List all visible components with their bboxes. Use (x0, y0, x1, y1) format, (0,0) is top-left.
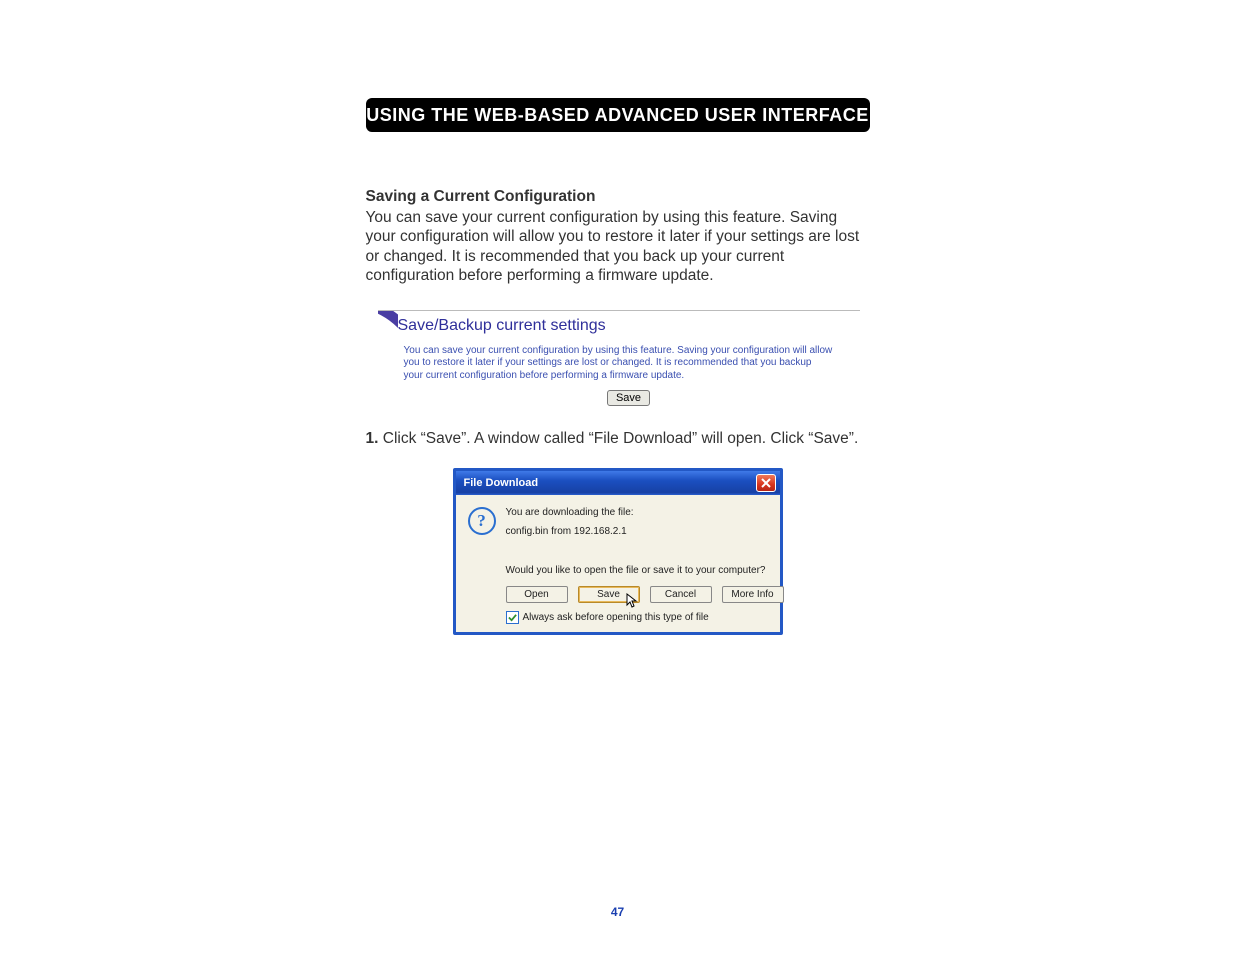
page-title: USING THE WEB-BASED ADVANCED USER INTERF… (366, 105, 869, 125)
panel-description: You can save your current configuration … (404, 345, 834, 383)
dialog-body: ? You are downloading the file: config.b… (456, 495, 780, 632)
manual-page: USING THE WEB-BASED ADVANCED USER INTERF… (366, 98, 870, 919)
dialog-line2: config.bin from 192.168.2.1 (506, 526, 784, 537)
panel-accent-graphic (378, 311, 398, 409)
check-icon (508, 613, 517, 622)
checkbox-label: Always ask before opening this type of f… (523, 612, 709, 623)
panel-title: Save/Backup current settings (398, 317, 860, 335)
close-icon (761, 478, 771, 488)
dialog-line3: Would you like to open the file or save … (506, 565, 784, 576)
open-button[interactable]: Open (506, 586, 568, 603)
cancel-button[interactable]: Cancel (650, 586, 712, 603)
more-info-button[interactable]: More Info (722, 586, 784, 603)
page-title-bar: USING THE WEB-BASED ADVANCED USER INTERF… (366, 98, 870, 132)
dialog-checkbox-row[interactable]: Always ask before opening this type of f… (506, 611, 784, 624)
dialog-close-button[interactable] (756, 474, 776, 492)
section-heading: Saving a Current Configuration (366, 188, 870, 206)
dialog-titlebar[interactable]: File Download (456, 471, 780, 495)
dialog-title: File Download (464, 477, 539, 489)
step-text: Click “Save”. A window called “File Down… (378, 430, 858, 447)
dialog-button-row: Open Save Cancel More Info (506, 586, 784, 603)
dialog-line1: You are downloading the file: (506, 507, 784, 518)
cursor-icon (626, 593, 638, 609)
panel-button-row: Save (398, 388, 860, 406)
step-number: 1. (366, 430, 379, 447)
file-download-dialog: File Download ? You are downloading the … (453, 468, 783, 635)
save-backup-panel: Save/Backup current settings You can sav… (378, 310, 860, 407)
section-body: You can save your current configuration … (366, 208, 870, 286)
panel-save-button[interactable]: Save (607, 390, 650, 406)
step-1: 1. Click “Save”. A window called “File D… (366, 430, 870, 448)
always-ask-checkbox[interactable] (506, 611, 519, 624)
page-number: 47 (366, 905, 870, 919)
question-icon: ? (468, 507, 496, 535)
